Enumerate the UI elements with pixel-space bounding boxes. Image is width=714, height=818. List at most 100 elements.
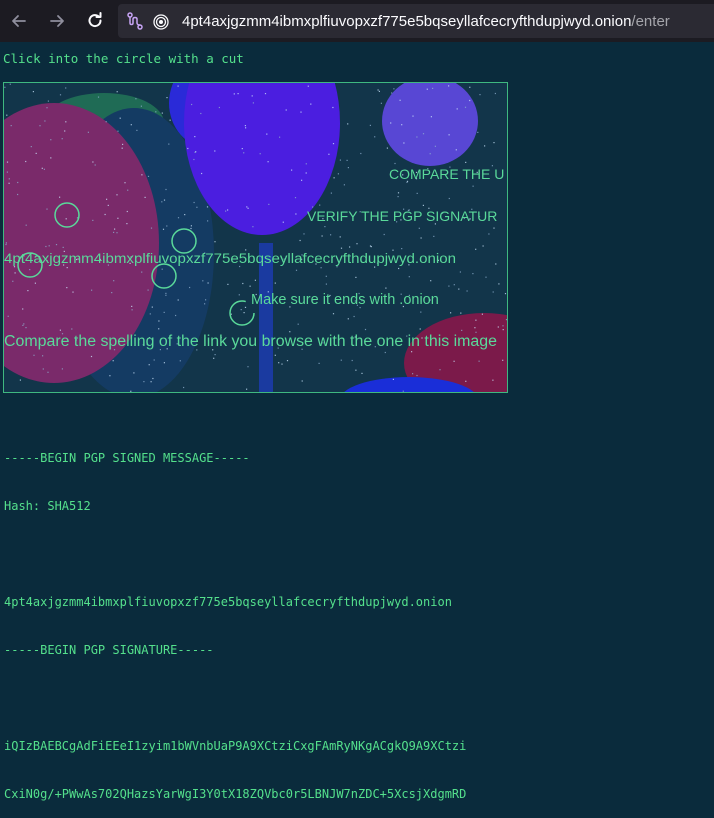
noise-dot bbox=[429, 153, 431, 155]
noise-dot bbox=[175, 314, 177, 317]
noise-dot bbox=[498, 283, 500, 285]
noise-dot bbox=[295, 213, 297, 215]
noise-dot bbox=[430, 116, 432, 118]
noise-dot bbox=[121, 147, 123, 149]
noise-dot bbox=[46, 107, 48, 109]
noise-dot bbox=[370, 246, 372, 248]
noise-dot bbox=[87, 131, 89, 133]
noise-dot bbox=[434, 145, 436, 147]
noise-dot bbox=[330, 192, 332, 194]
noise-dot bbox=[8, 178, 10, 180]
noise-dot bbox=[464, 106, 467, 108]
noise-dot bbox=[148, 364, 150, 366]
pgp-blank bbox=[4, 690, 466, 706]
noise-dot bbox=[150, 381, 152, 383]
noise-dot bbox=[502, 329, 504, 331]
noise-dot bbox=[4, 86, 6, 88]
noise-dot bbox=[233, 93, 235, 95]
reload-button[interactable] bbox=[80, 6, 110, 36]
noise-dot bbox=[19, 379, 21, 381]
noise-dot bbox=[274, 354, 276, 356]
noise-dot bbox=[29, 269, 31, 271]
noise-dot bbox=[495, 263, 497, 265]
captcha-image[interactable]: COMPARE THE U VERIFY THE PGP SIGNATUR 4p… bbox=[3, 82, 508, 393]
pgp-signature-line: iQIzBAEBCgAdFiEEeI1zyim1bWVnbUaP9A9XCtzi… bbox=[4, 739, 467, 753]
noise-dot bbox=[247, 366, 249, 368]
noise-dot bbox=[177, 85, 179, 87]
circuit-icon[interactable] bbox=[124, 10, 146, 32]
url-bar[interactable]: 4pt4axjgzmm4ibmxplfiuvopxzf775e5bqseylla… bbox=[118, 4, 714, 38]
noise-dot bbox=[162, 228, 165, 230]
noise-dot bbox=[227, 283, 229, 285]
noise-dot bbox=[47, 371, 49, 373]
noise-dot bbox=[504, 293, 507, 295]
forward-button[interactable] bbox=[42, 6, 72, 36]
noise-dot bbox=[241, 148, 243, 150]
noise-dot bbox=[419, 328, 421, 330]
noise-dot bbox=[179, 360, 181, 362]
captcha-text: Compare the spelling of the link you bro… bbox=[4, 333, 497, 350]
noise-dot bbox=[65, 121, 67, 123]
captcha-text: VERIFY THE PGP SIGNATUR bbox=[307, 208, 497, 224]
pgp-blank bbox=[4, 546, 466, 562]
noise-dot bbox=[347, 318, 349, 320]
noise-dot bbox=[5, 243, 7, 246]
noise-dot bbox=[252, 226, 254, 228]
noise-dot bbox=[94, 164, 96, 166]
noise-dot bbox=[385, 287, 387, 289]
noise-dot bbox=[432, 87, 434, 89]
noise-dot bbox=[422, 133, 425, 135]
noise-dot bbox=[411, 351, 413, 353]
noise-dot bbox=[201, 172, 203, 175]
noise-dot bbox=[218, 106, 220, 109]
noise-dot bbox=[330, 234, 332, 236]
noise-dot bbox=[416, 192, 418, 194]
noise-dot bbox=[126, 210, 128, 213]
url-path: /enter bbox=[631, 12, 670, 30]
noise-dot bbox=[343, 184, 345, 186]
url-text[interactable]: 4pt4axjgzmm4ibmxplfiuvopxzf775e5bqseylla… bbox=[182, 13, 670, 30]
noise-dot bbox=[259, 153, 261, 155]
noise-dot bbox=[355, 369, 357, 371]
noise-dot bbox=[279, 136, 281, 138]
url-host: 4pt4axjgzmm4ibmxplfiuvopxzf775e5bqseylla… bbox=[182, 12, 632, 30]
noise-dot bbox=[305, 163, 307, 165]
noise-dot bbox=[7, 315, 9, 317]
noise-dot bbox=[339, 236, 341, 238]
noise-dot bbox=[278, 362, 280, 364]
noise-dot bbox=[332, 313, 335, 315]
noise-dot bbox=[22, 324, 24, 326]
noise-dot bbox=[481, 313, 483, 315]
noise-dot bbox=[403, 142, 405, 144]
noise-dot bbox=[254, 279, 256, 281]
noise-dot bbox=[347, 123, 349, 125]
noise-dot bbox=[149, 313, 151, 315]
noise-dot bbox=[168, 143, 170, 145]
noise-dot bbox=[202, 280, 204, 282]
onion-icon[interactable] bbox=[150, 10, 172, 32]
noise-dot bbox=[104, 213, 106, 216]
noise-dot bbox=[194, 151, 196, 153]
noise-dot bbox=[374, 266, 376, 268]
noise-dot bbox=[193, 201, 195, 204]
noise-dot bbox=[158, 320, 160, 322]
noise-dot bbox=[401, 248, 403, 250]
noise-dot bbox=[151, 306, 153, 308]
pgp-body: 4pt4axjgzmm4ibmxplfiuvopxzf775e5bqseylla… bbox=[4, 595, 452, 609]
noise-dot bbox=[383, 233, 385, 236]
noise-dot bbox=[23, 323, 25, 325]
noise-dot bbox=[399, 99, 401, 101]
noise-dot bbox=[479, 94, 481, 96]
noise-dot bbox=[61, 138, 63, 140]
noise-dot bbox=[469, 99, 471, 102]
captcha-canvas[interactable]: COMPARE THE U VERIFY THE PGP SIGNATUR 4p… bbox=[4, 83, 507, 392]
noise-dot bbox=[130, 390, 132, 392]
captcha-text: Make sure it ends with .onion bbox=[251, 292, 439, 308]
noise-dot bbox=[124, 182, 126, 184]
noise-dot bbox=[460, 312, 462, 314]
noise-dot bbox=[136, 129, 138, 131]
noise-dot bbox=[297, 323, 299, 325]
back-button[interactable] bbox=[4, 6, 34, 36]
noise-dot bbox=[141, 174, 143, 176]
noise-dot bbox=[8, 182, 10, 184]
